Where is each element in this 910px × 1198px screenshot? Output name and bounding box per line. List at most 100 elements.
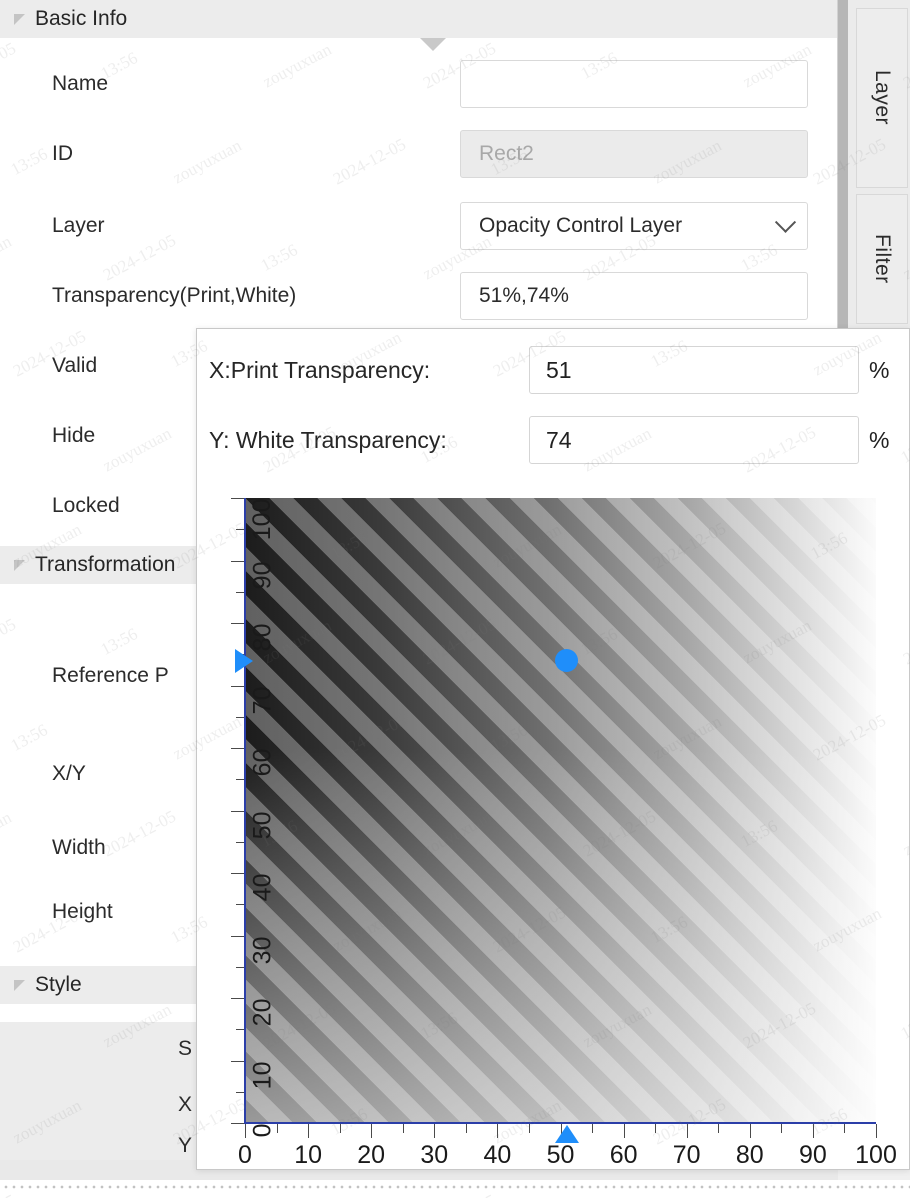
collapse-triangle-icon[interactable] xyxy=(14,13,25,25)
x-minor-tick xyxy=(528,1124,530,1133)
style-property-label: X xyxy=(178,1093,193,1116)
y-minor-tick xyxy=(236,1091,244,1093)
x-tick-label: 0 xyxy=(238,1141,252,1169)
collapse-triangle-icon[interactable] xyxy=(14,559,25,571)
property-label: Layer xyxy=(52,214,105,237)
y-minor-tick xyxy=(236,529,244,531)
y-tick-label: 20 xyxy=(248,998,277,1027)
x-major-tick xyxy=(497,1124,499,1138)
property-input[interactable]: 51%,74% xyxy=(460,272,808,320)
bottom-dotted-strip xyxy=(0,1180,910,1198)
property-row: Layer Opacity Control Layer xyxy=(0,200,838,252)
x-tick-label: 90 xyxy=(798,1141,827,1169)
property-input[interactable]: Opacity Control Layer xyxy=(460,202,808,250)
property-row: Transparency(Print,White) 51%,74% xyxy=(0,270,838,322)
y-minor-tick xyxy=(236,716,244,718)
y-tick-label: 30 xyxy=(248,936,277,964)
x-major-tick xyxy=(371,1124,373,1138)
x-minor-tick xyxy=(844,1124,846,1133)
y-major-tick xyxy=(231,748,244,749)
panel-scrollbar-thumb[interactable] xyxy=(838,0,848,330)
x-major-tick xyxy=(812,1124,814,1138)
property-input[interactable]: Rect2 xyxy=(460,130,808,178)
y-axis-marker[interactable] xyxy=(235,648,253,673)
x-major-tick xyxy=(876,1124,877,1138)
section-title: Transformation xyxy=(35,553,176,576)
property-row: ID Rect2 xyxy=(0,128,838,180)
chevron-down-icon[interactable] xyxy=(774,211,797,233)
x-tick-label: 50 xyxy=(546,1141,575,1169)
property-row: Name xyxy=(0,58,838,110)
y-major-tick xyxy=(231,623,244,624)
y-tick-label: 60 xyxy=(248,748,277,777)
y-minor-tick xyxy=(236,904,244,906)
y-major-tick xyxy=(231,998,244,999)
y-major-tick xyxy=(231,1060,244,1062)
y-tick-label: 90 xyxy=(248,561,277,589)
percent-unit-label: % xyxy=(869,426,890,453)
x-major-tick xyxy=(623,1124,625,1138)
property-input[interactable] xyxy=(460,60,808,108)
y-major-tick xyxy=(231,1123,244,1124)
section-header-basic-info[interactable]: Basic Info xyxy=(0,0,838,38)
property-label: Transparency(Print,White) xyxy=(52,284,297,307)
property-value: Rect2 xyxy=(479,142,534,165)
y-minor-tick xyxy=(236,966,244,968)
percent-unit-label: % xyxy=(869,356,890,383)
y-major-tick xyxy=(231,498,244,499)
x-tick-label: 80 xyxy=(735,1141,764,1169)
print-transparency-input[interactable]: 51 xyxy=(529,346,859,394)
y-tick-label: 0 xyxy=(248,1123,277,1138)
popup-field-row: Y: White Transparency: 74% xyxy=(197,411,910,469)
x-axis-marker[interactable] xyxy=(554,1125,579,1143)
property-label: Locked xyxy=(52,494,120,517)
x-minor-tick xyxy=(781,1124,783,1133)
x-major-tick xyxy=(749,1124,751,1138)
popup-field-row: X:Print Transparency: 51% xyxy=(197,341,910,399)
property-value: Opacity Control Layer xyxy=(479,214,683,237)
x-tick-label: 10 xyxy=(294,1141,322,1169)
tab-filter[interactable]: Filter xyxy=(856,194,908,324)
white-transparency-input[interactable]: 74 xyxy=(529,416,859,464)
property-label: X/Y xyxy=(52,762,86,785)
x-major-tick xyxy=(245,1124,246,1138)
y-major-tick xyxy=(231,810,244,812)
x-tick-label: 40 xyxy=(483,1141,512,1169)
style-property-label: Y xyxy=(178,1134,193,1157)
y-axis-line xyxy=(244,498,246,1124)
gradient-plot-area[interactable] xyxy=(245,498,876,1123)
transparency-plot[interactable]: 0 10 20 30 40 50 60 70 80 90 100 0 10 20 30 40 50 60 70 80 9… xyxy=(197,481,910,1171)
popup-field-value: 74 xyxy=(546,426,572,453)
property-label: ID xyxy=(52,142,73,165)
popup-field-value: 51 xyxy=(546,356,572,383)
y-major-tick xyxy=(231,873,244,874)
collapse-triangle-icon[interactable] xyxy=(14,979,25,991)
section-title: Basic Info xyxy=(35,7,128,30)
y-tick-label: 70 xyxy=(248,686,277,714)
property-value: 51%,74% xyxy=(479,284,569,307)
style-property-label: S xyxy=(178,1037,193,1060)
property-label: Height xyxy=(52,900,113,923)
x-tick-label: 100 xyxy=(855,1141,897,1169)
tab-label: Layer xyxy=(871,70,894,126)
y-major-tick xyxy=(231,560,244,562)
y-tick-label: 40 xyxy=(248,873,277,902)
tab-layer[interactable]: Layer xyxy=(856,8,908,188)
x-minor-tick xyxy=(718,1124,720,1133)
y-major-tick xyxy=(231,685,244,687)
y-tick-label: 50 xyxy=(248,811,277,839)
property-label: Hide xyxy=(52,424,96,447)
y-major-tick xyxy=(231,935,244,937)
x-minor-tick xyxy=(465,1124,467,1133)
x-minor-tick xyxy=(402,1124,404,1133)
property-label: Width xyxy=(52,836,106,859)
tab-label: Filter xyxy=(871,234,894,284)
y-tick-label: 100 xyxy=(248,498,277,541)
chevron-down-icon[interactable] xyxy=(420,38,446,51)
transparency-popup: X:Print Transparency: 51% Y: White Transpa… xyxy=(196,328,910,1170)
y-minor-tick xyxy=(236,779,244,781)
y-minor-tick xyxy=(236,841,244,843)
y-tick-label: 80 xyxy=(248,623,277,652)
y-minor-tick xyxy=(236,591,244,593)
popup-field-label: Y: White Transparency: xyxy=(209,426,447,453)
